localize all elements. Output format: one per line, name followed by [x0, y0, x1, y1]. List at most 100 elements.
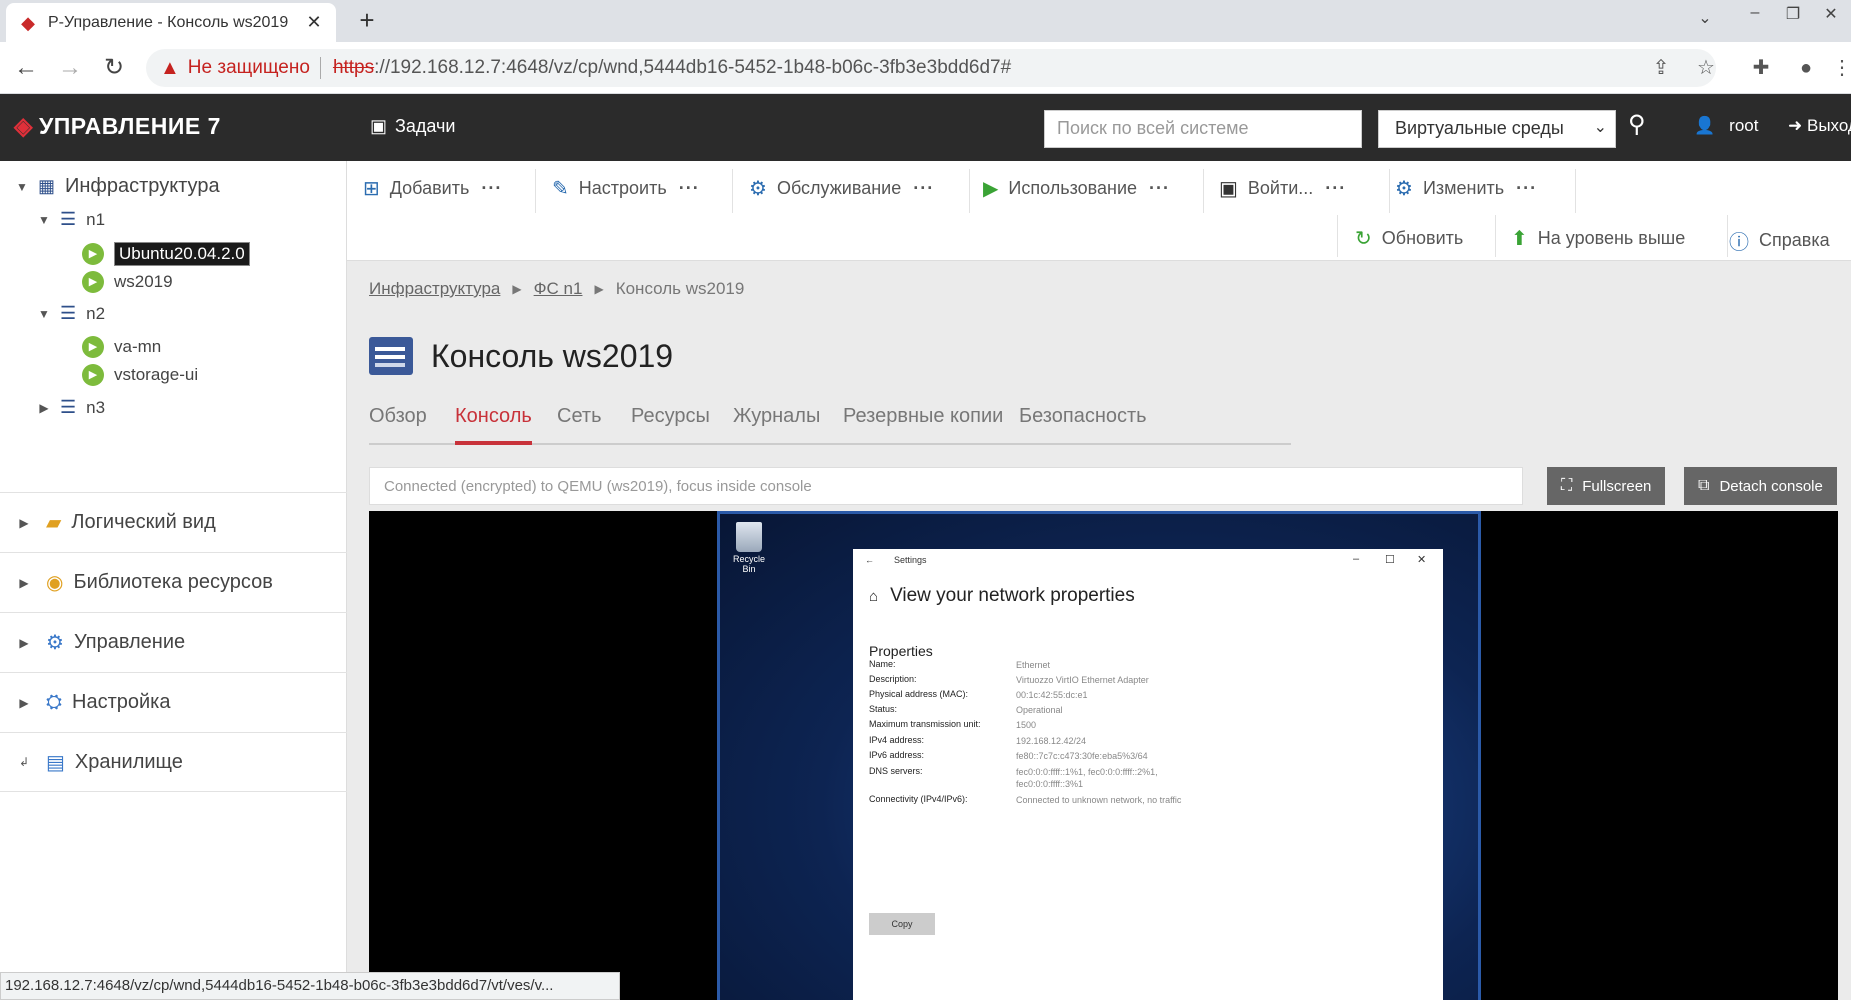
library-icon: ◉	[46, 572, 64, 594]
back-arrow-icon[interactable]: ←	[865, 555, 874, 565]
warning-icon: ▲	[160, 56, 180, 79]
detach-console-button[interactable]: ⧉ Detach console	[1684, 467, 1837, 505]
infrastructure-icon: ▦	[38, 176, 56, 196]
tab-security[interactable]: Безопасность	[1019, 405, 1147, 445]
fullscreen-icon: ⛶	[1561, 477, 1573, 494]
tree-node-n2[interactable]: ▼ ☰ n2	[34, 303, 105, 324]
tab-backups[interactable]: Резервные копии	[843, 405, 1003, 445]
caret-down-icon[interactable]: ▼	[12, 180, 32, 194]
help-button[interactable]: ⓘ Справка	[1729, 226, 1830, 255]
service-button[interactable]: ⚙ Обслуживание ···	[749, 176, 934, 201]
tab-network[interactable]: Сеть	[557, 405, 601, 445]
global-search-input[interactable]: Поиск по всей системе	[1044, 110, 1362, 148]
browser-menu-icon[interactable]: ⋮	[1826, 52, 1851, 84]
tree-vm-ubuntu[interactable]: ▶ Ubuntu20.04.2.0	[82, 242, 250, 266]
use-button[interactable]: ▶ Использование ···	[983, 176, 1170, 201]
more-icon[interactable]: ···	[1325, 178, 1346, 199]
caret-right-icon[interactable]: ▶	[14, 696, 34, 710]
vm-console-canvas[interactable]: Recycle Bin ← Settings – ☐ ✕ ⌂ View your…	[369, 511, 1838, 1003]
storage-expand-icon[interactable]: ↲	[14, 755, 34, 769]
caret-down-icon[interactable]: ▼	[34, 307, 54, 321]
browser-tab[interactable]: ◆ Р-Управление - Консоль ws2019 ✕	[6, 3, 336, 42]
share-icon[interactable]: ⇪	[1645, 52, 1677, 84]
page-title-text: Консоль ws2019	[431, 337, 674, 374]
tab-resources[interactable]: Ресурсы	[631, 405, 710, 445]
reload-icon[interactable]: ↻	[98, 52, 130, 84]
refresh-button[interactable]: ↻ Обновить	[1355, 226, 1463, 251]
sidebar-section-settings[interactable]: ▶ ⛭ Настройка	[0, 672, 347, 732]
extensions-icon[interactable]: ✚	[1745, 52, 1777, 84]
minimize-icon[interactable]: –	[1353, 553, 1359, 565]
more-icon[interactable]: ···	[913, 178, 934, 199]
add-button[interactable]: ⊞ Добавить ···	[363, 176, 502, 201]
vm-label: Ubuntu20.04.2.0	[114, 242, 250, 266]
caret-down-icon[interactable]: ▼	[34, 213, 54, 227]
environment-select[interactable]: Виртуальные среды ⌄	[1378, 110, 1616, 148]
sidebar-section-resource-library[interactable]: ▶ ◉ Библиотека ресурсов	[0, 552, 347, 612]
logo-text: УПРАВЛЕНИЕ 7	[38, 113, 221, 139]
tree-root-infrastructure[interactable]: ▼ ▦ Инфраструктура	[12, 175, 220, 198]
level-up-button[interactable]: ⬆ На уровень выше	[1511, 226, 1685, 251]
node-label: n3	[86, 397, 106, 417]
more-icon[interactable]: ···	[1149, 178, 1170, 199]
tree-node-n3[interactable]: ▶ ☰ n3	[34, 397, 105, 418]
configure-button[interactable]: ✎ Настроить ···	[552, 176, 700, 201]
tasks-button[interactable]: ▣ Задачи	[370, 116, 455, 137]
sidebar-section-management[interactable]: ▶ ⚙ Управление	[0, 612, 347, 672]
logout-button[interactable]: ➜ Выход	[1788, 116, 1851, 136]
url-field[interactable]: ▲ Не защищено https ://192.168.12.7:4648…	[146, 49, 1716, 87]
search-icon[interactable]: ⚲	[1628, 110, 1646, 139]
tree-vm-va-mn[interactable]: ▶ va-mn	[82, 336, 161, 358]
more-icon[interactable]: ···	[481, 178, 502, 199]
back-icon[interactable]: ←	[10, 52, 42, 84]
tab-overview[interactable]: Обзор	[369, 405, 427, 445]
close-window-icon[interactable]: ✕	[1816, 4, 1846, 24]
user-menu[interactable]: 👤 root	[1694, 116, 1758, 136]
caret-right-icon[interactable]: ▶	[14, 576, 34, 590]
more-icon[interactable]: ···	[1516, 178, 1537, 199]
close-tab-icon[interactable]: ✕	[304, 12, 324, 33]
use-label: Использование	[1008, 178, 1138, 198]
sidebar-section-storage[interactable]: ↲ ▤ Хранилище	[0, 732, 347, 792]
copy-button[interactable]: Copy	[869, 913, 935, 935]
tab-logs[interactable]: Журналы	[733, 405, 820, 445]
breadcrumb-arrow-icon: ▶	[594, 282, 604, 296]
tree-vm-ws2019[interactable]: ▶ ws2019	[82, 271, 173, 293]
tab-console[interactable]: Консоль	[455, 405, 532, 445]
caret-right-icon[interactable]: ▶	[34, 401, 54, 415]
profile-icon[interactable]: ●	[1790, 52, 1822, 84]
forward-icon[interactable]: →	[54, 52, 86, 84]
app-header: ◈ УПРАВЛЕНИЕ 7 ▣ Задачи Поиск по всей си…	[0, 94, 1851, 161]
tree-node-n1[interactable]: ▼ ☰ n1	[34, 209, 105, 230]
minimize-icon[interactable]: –	[1740, 4, 1770, 22]
new-tab-button[interactable]: +	[352, 6, 382, 36]
app-logo[interactable]: ◈ УПРАВЛЕНИЕ 7	[14, 112, 221, 141]
caret-right-icon[interactable]: ▶	[14, 636, 34, 650]
sidebar-section-logical-view[interactable]: ▶ ▰ Логический вид	[0, 492, 347, 552]
restore-icon[interactable]: ❐	[1778, 4, 1808, 24]
tab-list-chevron-icon[interactable]: ⌄	[1690, 8, 1720, 28]
settings-window[interactable]: ← Settings – ☐ ✕ ⌂ View your network pro…	[853, 549, 1443, 1003]
recycle-bin-desktop-icon[interactable]: Recycle Bin	[726, 522, 772, 574]
section-label: Управление	[73, 631, 186, 653]
caret-right-icon[interactable]: ▶	[14, 516, 34, 530]
breadcrumb-link[interactable]: Инфраструктура	[369, 279, 500, 299]
tree-vm-vstorage-ui[interactable]: ▶ vstorage-ui	[82, 364, 198, 386]
bookmark-star-icon[interactable]: ☆	[1690, 52, 1722, 84]
maximize-icon[interactable]: ☐	[1385, 553, 1395, 566]
property-key: Status:	[869, 704, 898, 714]
tasks-label: Задачи	[395, 116, 456, 136]
guest-desktop[interactable]: Recycle Bin ← Settings – ☐ ✕ ⌂ View your…	[717, 511, 1481, 1003]
close-icon[interactable]: ✕	[1417, 553, 1426, 566]
change-button[interactable]: ⚙ Изменить ···	[1395, 176, 1537, 201]
server-icon: ☰	[60, 397, 77, 417]
fullscreen-button[interactable]: ⛶ Fullscreen	[1547, 467, 1666, 505]
login-button[interactable]: ▣ Войти... ···	[1219, 176, 1346, 201]
network-properties-heading: ⌂ View your network properties	[869, 585, 1135, 607]
breadcrumb-link[interactable]: ФС n1	[534, 279, 583, 299]
more-icon[interactable]: ···	[679, 178, 700, 199]
home-icon[interactable]: ⌂	[869, 588, 878, 605]
property-value: Virtuozzo VirtIO Ethernet Adapter	[1016, 675, 1149, 685]
service-icon: ⚙	[749, 178, 767, 200]
change-label: Изменить	[1422, 178, 1505, 198]
